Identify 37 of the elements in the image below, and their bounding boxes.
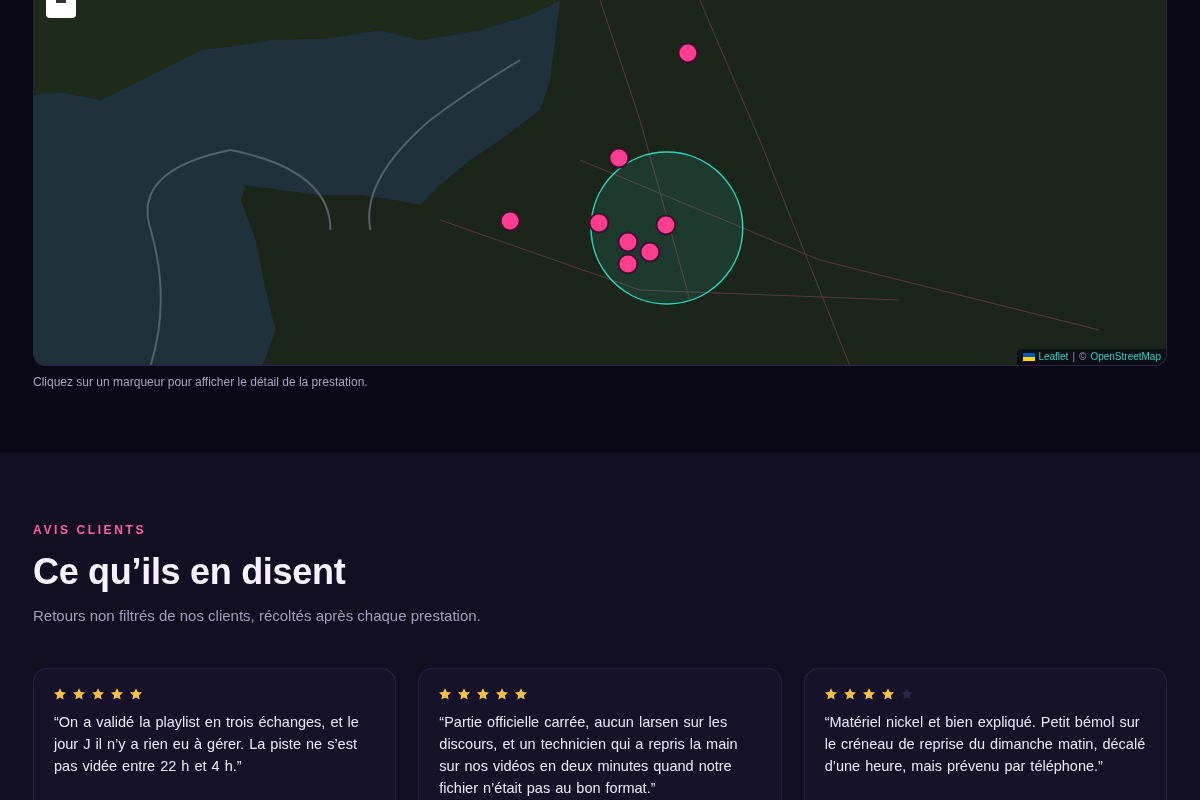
- map-caption: Cliquez sur un marqueur pour afficher le détail de la prestation.: [33, 375, 369, 390]
- map-marker-icon[interactable]: [608, 147, 630, 169]
- star-icon: [881, 688, 894, 700]
- review-text: “Matériel nickel et bien expliqué. Petit bémol sur le créneau de reprise du dimanche matin, décalé d’une heure, mais prévenu par téléphone.”: [824, 713, 1147, 776]
- star-icon: [824, 688, 837, 700]
- review-text: “On a validé la playlist en trois échanges, et le jour J il n’y a rien eu à gérer. La piste ne s’est pas vidée entre 22 h et 4 h.”: [54, 713, 360, 776]
- star-icon: [496, 688, 509, 700]
- star-icon: [477, 688, 490, 700]
- star-icon: [843, 688, 856, 700]
- review-text: “Partie officielle carrée, aucun larsen sur les discours, et un technicien qui a repris la main sur nos vidéos en deux minutes quand notre fichier n’était pas au bon format.”: [439, 713, 739, 798]
- star-icon: [92, 688, 104, 700]
- star-icon: [73, 688, 85, 700]
- star-icon: [54, 688, 66, 700]
- zoom-out-button[interactable]: [46, 0, 76, 18]
- map-marker-icon[interactable]: [588, 212, 610, 234]
- map-marker-icon[interactable]: [617, 231, 639, 253]
- flag-icon: [1023, 352, 1036, 361]
- section-title: Ce qu’ils en disent: [33, 550, 347, 594]
- star-icon: [130, 688, 142, 700]
- section-subtitle: Retours non filtrés de nos clients, récoltés après chaque prestation.: [33, 606, 482, 626]
- star-icon: [458, 688, 471, 700]
- map-marker-icon[interactable]: [639, 241, 661, 263]
- star-icon: [111, 688, 123, 700]
- star-icon: [900, 688, 913, 700]
- map-marker-icon[interactable]: [617, 253, 639, 275]
- minus-icon: [56, 0, 66, 3]
- copyright-symbol: ©: [1079, 350, 1087, 363]
- map-marker-icon[interactable]: [677, 42, 699, 64]
- leaflet-link[interactable]: Leaflet: [1023, 350, 1069, 363]
- star-icon: [515, 688, 528, 700]
- openstreetmap-link[interactable]: OpenStreetMap: [1090, 350, 1161, 363]
- map-marker-icon[interactable]: [499, 210, 521, 232]
- star-icon: [439, 688, 452, 700]
- section-eyebrow: AVIS CLIENTS: [33, 523, 147, 537]
- star-icon: [862, 688, 875, 700]
- attribution-separator: |: [1072, 350, 1075, 363]
- map-marker-icon[interactable]: [655, 214, 677, 236]
